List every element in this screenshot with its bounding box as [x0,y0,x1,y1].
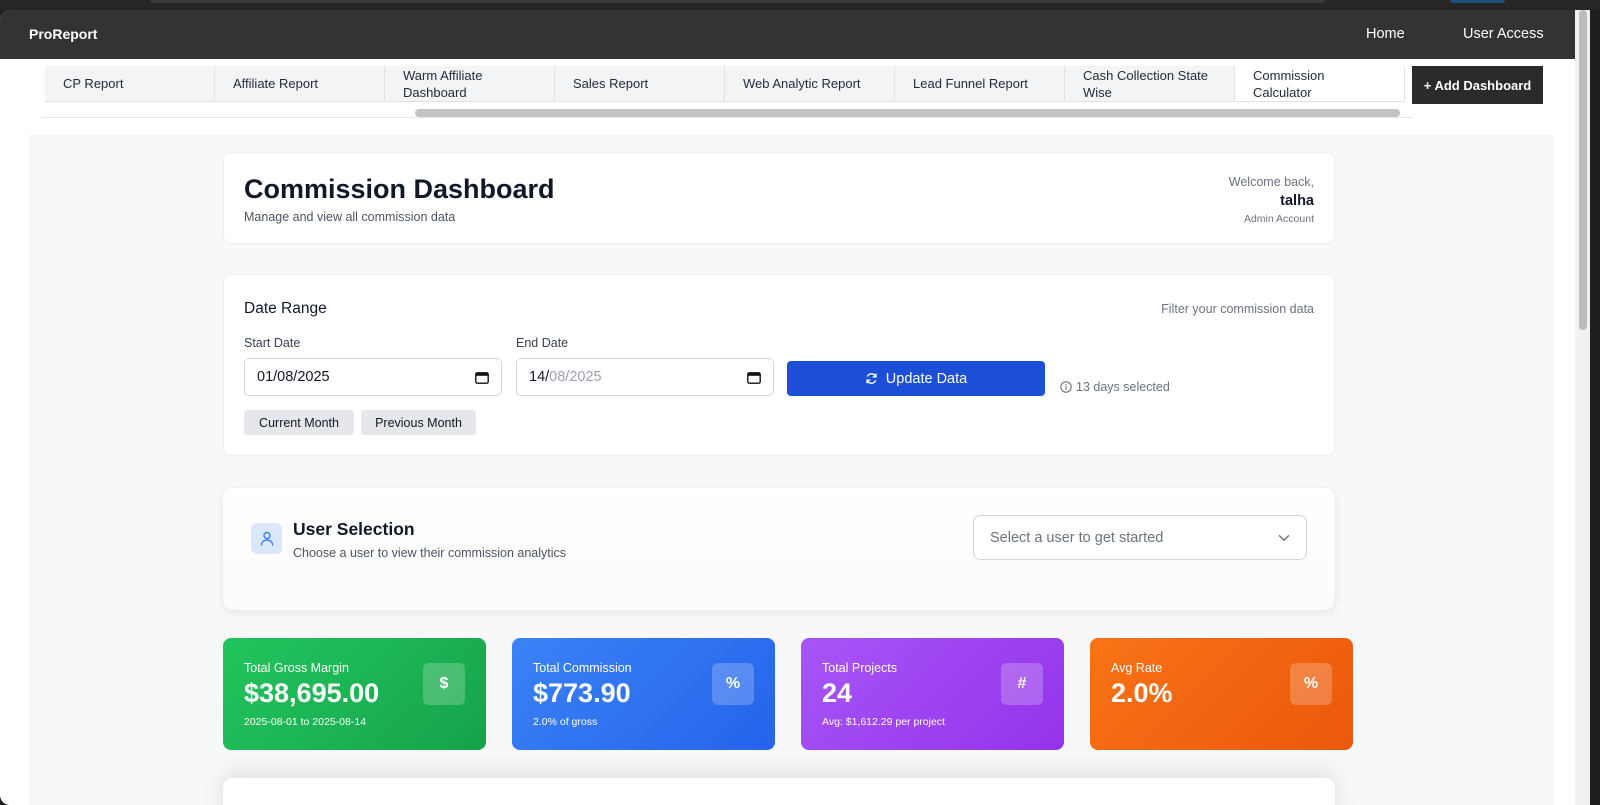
nav-home-link[interactable]: Home [1366,26,1405,42]
end-date-label: End Date [516,336,569,350]
user-selection-title: User Selection [293,519,415,539]
tab-lead-funnel-report[interactable]: Lead Funnel Report [895,66,1065,102]
filter-note: Filter your commission data [1161,302,1314,316]
stat-footnote: Avg: $1,612.29 per project [822,716,945,728]
end-date-input[interactable]: 14/08/2025 [516,358,774,396]
dashboard-tabs: CP Report Affiliate Report Warm Affiliat… [45,66,1405,102]
browser-address-bar [150,0,1325,3]
tabs-scrollbar[interactable] [42,105,1412,118]
page-title: Commission Dashboard [244,174,555,204]
stat-card-total-projects: Total Projects 24 Avg: $1,612.29 per pro… [801,638,1064,750]
user-select-dropdown[interactable]: Select a user to get started [973,515,1307,560]
stat-value: $38,695.00 [244,678,380,708]
calendar-icon[interactable] [747,371,761,384]
add-dashboard-button[interactable]: + Add Dashboard [1412,66,1543,104]
start-date-value: 01/08/2025 [257,369,330,385]
welcome-text: Welcome back, [1228,175,1314,189]
tab-affiliate-report[interactable]: Affiliate Report [215,66,385,102]
account-type: Admin Account [1243,213,1314,225]
date-range-card: Date Range Filter your commission data S… [223,274,1335,456]
tabs-scrollbar-thumb[interactable] [415,109,1400,117]
info-icon [1060,381,1072,393]
user-selection-subtitle: Choose a user to view their commission a… [293,546,567,560]
brand-logo[interactable]: ProReport [29,26,97,42]
stat-card-avg-rate: Avg Rate 2.0% % [1090,638,1353,750]
dashboard-tabs-area: CP Report Affiliate Report Warm Affiliat… [42,65,1543,130]
end-date-day: 14/ [529,369,550,385]
nav-user-access-link[interactable]: User Access [1463,26,1544,42]
user-selection-card: User Selection Choose a user to view the… [223,488,1335,610]
page-scrollbar[interactable] [1575,10,1590,805]
end-date-month: 08/ [549,369,570,385]
start-date-label: Start Date [244,336,301,350]
stat-footnote: 2.0% of gross [533,716,598,728]
user-select-placeholder: Select a user to get started [990,529,1164,546]
percent-icon: % [712,663,754,705]
top-navbar: ProReport Home User Access [0,10,1590,59]
date-range-title: Date Range [244,300,327,317]
dollar-icon: $ [423,663,465,705]
stat-value: 24 [822,678,853,708]
app-window: ProReport Home User Access CP Report Aff… [0,10,1590,805]
page-scrollbar-thumb[interactable] [1579,10,1587,330]
end-date-value: 14/08/2025 [529,369,602,385]
tab-warm-affiliate-dashboard[interactable]: Warm Affiliate Dashboard [385,66,555,102]
stat-card-gross-margin: Total Gross Margin $38,695.00 2025-08-01… [223,638,486,750]
stat-value: $773.90 [533,678,631,708]
page-subtitle: Manage and view all commission data [244,210,456,224]
stat-card-total-commission: Total Commission $773.90 2.0% of gross % [512,638,775,750]
stat-label: Avg Rate [1111,661,1163,675]
tab-commission-calculator[interactable]: Commission Calculator [1235,66,1405,102]
header-card: Commission Dashboard Manage and view all… [223,152,1335,244]
browser-button [1450,0,1505,3]
end-date-year: 2025 [569,369,602,385]
days-selected-text: 13 days selected [1076,380,1170,394]
percent-icon: % [1290,663,1332,705]
tab-web-analytic-report[interactable]: Web Analytic Report [725,66,895,102]
update-data-label: Update Data [885,370,968,387]
next-section-card [223,778,1335,805]
tab-cash-collection-state-wise[interactable]: Cash Collection State Wise [1065,66,1235,102]
main-content: Commission Dashboard Manage and view all… [29,135,1554,805]
chevron-down-icon [1278,534,1290,541]
days-selected: 13 days selected [1060,380,1170,394]
stat-value: 2.0% [1111,678,1173,708]
hash-icon: # [1001,663,1043,705]
user-icon [251,523,282,554]
tab-sales-report[interactable]: Sales Report [555,66,725,102]
stat-label: Total Gross Margin [244,661,349,675]
tab-cp-report[interactable]: CP Report [45,66,215,102]
refresh-icon [866,373,877,384]
calendar-icon[interactable] [475,371,489,384]
stat-label: Total Projects [822,661,898,675]
current-month-button[interactable]: Current Month [244,410,354,435]
stat-footnote: 2025-08-01 to 2025-08-14 [244,716,367,728]
update-data-button[interactable]: Update Data [787,361,1045,396]
stat-label: Total Commission [533,661,632,675]
start-date-input[interactable]: 01/08/2025 [244,358,502,396]
browser-strip [0,0,1600,10]
username: talha [1280,193,1314,209]
previous-month-button[interactable]: Previous Month [361,410,476,435]
